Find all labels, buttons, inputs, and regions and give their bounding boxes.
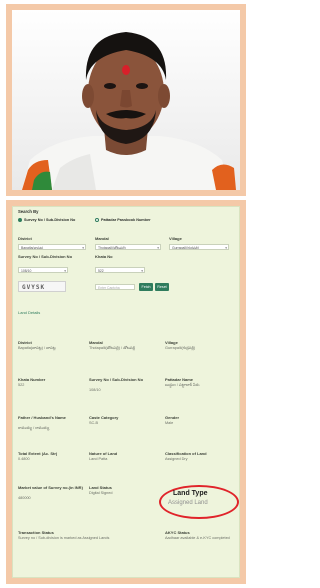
land-type-label: Land Type bbox=[173, 490, 208, 497]
market-value-label: Market value of Survey no.(in INR) bbox=[18, 485, 83, 490]
market-value-value: 480000 bbox=[18, 496, 31, 500]
caste-detail-label: Caste Category bbox=[89, 415, 119, 420]
father-detail-label: Father / Husband's Name bbox=[18, 415, 66, 420]
extent-detail-value: 0.4800 bbox=[18, 457, 30, 461]
chevron-down-icon: ▾ bbox=[157, 246, 159, 250]
survey-select-value: 108/10 bbox=[21, 269, 32, 273]
village-label: Village bbox=[169, 236, 182, 241]
survey-radio[interactable] bbox=[18, 218, 22, 222]
land-type-value: Assigned Land bbox=[168, 500, 208, 506]
portrait-image bbox=[22, 32, 236, 190]
caste-detail-value: SC-B bbox=[89, 421, 99, 425]
classification-detail-value: Assigned Dry bbox=[165, 457, 188, 461]
fetch-button[interactable]: Fetch bbox=[139, 283, 153, 291]
pattadar-detail-value: బుధ్ధుల / పట్టాదార్ పేరు bbox=[165, 383, 200, 387]
transaction-status-value: Survey no / Sub-division is marked as As… bbox=[18, 536, 110, 540]
captcha-input[interactable]: Enter Captcha bbox=[95, 284, 135, 290]
pattadar-detail-label: Pattadar Name bbox=[165, 377, 194, 382]
survey-field-label: Survey No / Sub-Division No bbox=[18, 254, 73, 259]
district-detail-value: Bapatla(బాపట్ల) / బాపట్ల bbox=[18, 346, 56, 350]
chevron-down-icon: ▾ bbox=[225, 246, 227, 250]
land-details-heading: Land Details bbox=[18, 310, 41, 315]
khata-select[interactable]: 522 ▾ bbox=[95, 267, 145, 273]
survey-detail-label: Survey No / Sub-Division No bbox=[89, 377, 144, 382]
passbook-radio[interactable] bbox=[95, 218, 99, 222]
mandal-detail-label: Mandal bbox=[89, 340, 103, 345]
search-by-heading: Search By bbox=[18, 209, 39, 214]
district-select-value: Bapatla(బాపట్ల) bbox=[21, 246, 44, 250]
gender-detail-label: Gender bbox=[165, 415, 180, 420]
father-detail-value: రామయ్య / రామయ్య bbox=[18, 426, 50, 430]
khata-detail-label: Khata Number bbox=[18, 377, 46, 382]
land-status-label: Land Status bbox=[89, 485, 112, 490]
nature-detail-value: Land Patta bbox=[89, 457, 108, 461]
mandal-select[interactable]: Thotapalli(తోటపల్లి) ▾ bbox=[95, 244, 161, 250]
portrait-photo bbox=[12, 10, 240, 190]
district-select[interactable]: Bapatla(బాపట్ల) ▾ bbox=[18, 244, 86, 250]
land-status-value: Digital Signed bbox=[89, 491, 113, 495]
mandal-label: Mandal bbox=[95, 236, 109, 241]
survey-detail-value: 108/10 bbox=[89, 388, 101, 392]
akyc-status-label: AKYC Status bbox=[165, 530, 190, 535]
extent-detail-label: Total Extent (Ac. Str) bbox=[18, 451, 58, 456]
khata-detail-value: 522 bbox=[18, 383, 25, 387]
mandal-detail-value: Thotapalli(తోటపల్లి) / తోటపల్లి bbox=[89, 346, 136, 350]
land-records-page: Search By Survey No / Sub-Division No Pa… bbox=[12, 206, 240, 578]
village-select-value: Gurrapalli(గుర్రపల్లి) bbox=[172, 246, 200, 250]
khata-field-label: Khata No bbox=[95, 254, 113, 259]
chevron-down-icon: ▾ bbox=[82, 246, 84, 250]
nature-detail-label: Nature of Land bbox=[89, 451, 118, 456]
chevron-down-icon: ▾ bbox=[64, 269, 66, 273]
portrait-frame bbox=[6, 4, 246, 196]
chevron-down-icon: ▾ bbox=[141, 269, 143, 273]
akyc-status-value: Aadhaar available & e-KYC completed bbox=[165, 536, 230, 540]
captcha-image: GVYSK bbox=[18, 281, 66, 292]
village-detail-value: Gurrapalli(గుర్రపల్లి) bbox=[165, 346, 196, 350]
survey-select[interactable]: 108/10 ▾ bbox=[18, 267, 68, 273]
survey-radio-label: Survey No / Sub-Division No bbox=[24, 218, 76, 222]
gender-detail-value: Male bbox=[165, 421, 174, 425]
mandal-select-value: Thotapalli(తోటపల్లి) bbox=[98, 246, 126, 250]
screenshot-frame: Search By Survey No / Sub-Division No Pa… bbox=[6, 200, 246, 584]
passbook-radio-label: Pattadar Passbook Number bbox=[101, 218, 151, 222]
village-select[interactable]: Gurrapalli(గుర్రపల్లి) ▾ bbox=[169, 244, 229, 250]
reset-button[interactable]: Reset bbox=[155, 283, 169, 291]
district-detail-label: District bbox=[18, 340, 32, 345]
district-label: District bbox=[18, 236, 32, 241]
khata-select-value: 522 bbox=[98, 269, 104, 273]
village-detail-label: Village bbox=[165, 340, 178, 345]
classification-detail-label: Classification of Land bbox=[165, 451, 207, 456]
transaction-status-label: Transaction Status bbox=[18, 530, 54, 535]
